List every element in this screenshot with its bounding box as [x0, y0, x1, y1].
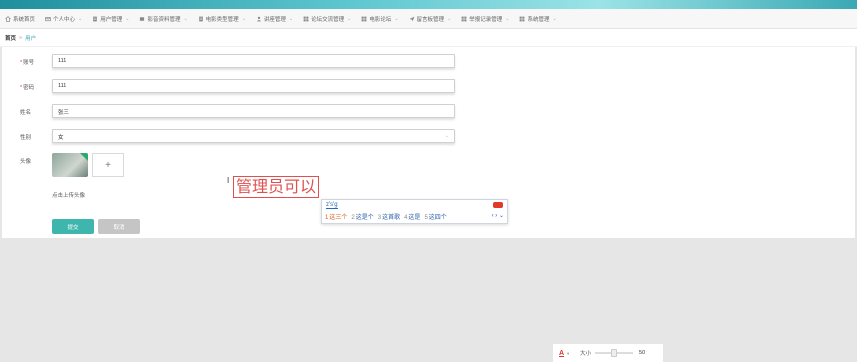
ime-candidate-number: 3: [377, 215, 382, 221]
breadcrumb: 首页 » 用户: [0, 29, 857, 47]
upload-avatar-tip: 点击上传头像: [52, 193, 86, 199]
chevron-down-icon[interactable]: ▼: [566, 351, 570, 356]
ime-page-nav[interactable]: ‹ › ⌄: [492, 212, 504, 219]
name-input[interactable]: 张三: [52, 104, 455, 118]
nav-item-7[interactable]: 电影论坛 ⌄: [356, 9, 403, 29]
chevron-down-icon: ⌄: [394, 15, 399, 22]
ime-candidate-window: z's'g 1这三个 2这是个 3这首歌 4这是 5这四个 ‹ › ⌄: [321, 199, 508, 224]
ime-candidate-text: 这是: [408, 215, 421, 221]
nav-item-2[interactable]: 用户管理 ⌄: [87, 9, 134, 29]
grid-icon: [361, 16, 367, 22]
zoom-value: 50: [639, 350, 646, 356]
nav-item-9[interactable]: 举报记录管理 ⌄: [456, 9, 514, 29]
zoom-bar: A ▼ 大小 50: [553, 344, 663, 362]
doc-icon: [92, 16, 98, 22]
ime-candidate[interactable]: 5这四个: [424, 212, 446, 221]
nav-item-label: 电影类型管理: [205, 16, 239, 23]
grid-icon: [461, 16, 467, 22]
selected-badge-icon: [80, 153, 88, 161]
breadcrumb-current: 用户: [25, 35, 37, 42]
ime-candidate-text: 这四个: [428, 215, 447, 221]
chevron-down-icon: ⌄: [447, 15, 452, 22]
chevron-down-icon: ⌄: [505, 15, 510, 22]
required-mark: *: [20, 85, 23, 91]
ime-candidate-text: 这是个: [355, 215, 374, 221]
ime-candidate[interactable]: 1这三个: [325, 212, 347, 221]
grid-icon: [519, 16, 525, 22]
top-nav-bar: 系统首页 个人中心 ⌄ 用户管理 ⌄ 影音资料管理 ⌄ 电影类型管理 ⌄ 讲座管理 ⌄ 论坛交流管理 ⌄…: [0, 9, 857, 29]
cancel-button[interactable]: 取消: [98, 219, 140, 234]
chevron-down-icon: ⌄: [444, 133, 449, 139]
box-icon: [139, 16, 145, 22]
account-label: *账号: [20, 58, 50, 66]
zoom-label: 大小: [580, 351, 592, 357]
nav-item-5[interactable]: 讲座管理 ⌄: [251, 9, 298, 29]
ime-candidate-number: 1: [325, 215, 329, 221]
nav-item-label: 论坛交流管理: [311, 16, 345, 23]
nav-item-10[interactable]: 系统管理 ⌄: [514, 9, 561, 29]
doc-icon: [198, 16, 204, 22]
nav-item-1[interactable]: 个人中心 ⌄: [40, 9, 87, 29]
grid-icon: [303, 16, 309, 22]
nav-item-label: 举报记录管理: [469, 16, 503, 23]
ime-composition-text: 管理员可以: [233, 176, 320, 198]
font-size-icon[interactable]: A: [559, 350, 564, 357]
zoom-slider-handle[interactable]: [611, 349, 618, 357]
nav-item-4[interactable]: 电影类型管理 ⌄: [193, 9, 251, 29]
nav-item-6[interactable]: 论坛交流管理 ⌄: [298, 9, 356, 29]
submit-button[interactable]: 提交: [52, 219, 94, 234]
avatar-label: 头像: [20, 159, 32, 165]
send-icon: [409, 16, 415, 22]
chevron-down-icon: ⌄: [552, 15, 557, 22]
text-cursor-icon: I: [227, 176, 230, 185]
ime-candidate[interactable]: 3这首歌: [378, 212, 400, 221]
user-icon: [256, 16, 262, 22]
gender-label: 性别: [20, 135, 32, 141]
ime-pinyin-input: z's'g: [326, 202, 338, 209]
ime-candidate-number: 2: [351, 215, 355, 221]
nav-item-label: 留言板管理: [416, 16, 445, 23]
avatar-thumbnail[interactable]: [52, 153, 88, 177]
gender-select[interactable]: 女 ⌄: [52, 129, 455, 143]
ime-candidate-text: 这三个: [329, 215, 348, 221]
password-label-text: 密码: [23, 85, 35, 91]
chevron-down-icon: ⌄: [241, 15, 246, 22]
breadcrumb-separator: »: [19, 34, 23, 41]
mail-icon: [45, 16, 51, 22]
nav-item-label: 电影论坛: [369, 16, 392, 23]
ime-candidate[interactable]: 4这是: [404, 212, 420, 221]
nav-item-3[interactable]: 影音资料管理 ⌄: [134, 9, 192, 29]
chevron-down-icon: ⌄: [288, 15, 294, 22]
zoom-slider[interactable]: [595, 349, 634, 357]
nav-item-label: 系统首页: [13, 16, 36, 23]
password-label: *密码: [20, 83, 50, 91]
password-input[interactable]: 111: [52, 79, 455, 93]
ime-candidate-text: 这首歌: [382, 215, 401, 221]
ime-candidate[interactable]: 2这是个: [351, 212, 373, 221]
nav-item-label: 影音资料管理: [147, 16, 181, 23]
gender-select-value: 女: [58, 135, 64, 141]
chevron-down-icon: ⌄: [78, 15, 83, 22]
ime-candidate-number: 5: [424, 215, 428, 221]
nav-item-label: 用户管理: [100, 16, 123, 23]
chevron-down-icon: ⌄: [347, 15, 352, 22]
account-input[interactable]: 111: [52, 54, 455, 68]
chevron-down-icon: ⌄: [125, 15, 130, 22]
nav-item-label: 系统管理: [527, 16, 550, 23]
ime-logo-icon: [493, 202, 503, 208]
account-label-text: 账号: [23, 60, 35, 66]
chevron-down-icon: ⌄: [183, 15, 188, 22]
required-mark: *: [20, 60, 23, 66]
nav-item-label: 个人中心: [53, 16, 76, 23]
nav-item-label: 讲座管理: [263, 16, 286, 23]
home-icon: [5, 15, 11, 22]
breadcrumb-home[interactable]: 首页: [5, 34, 16, 42]
nav-item-0[interactable]: 系统首页: [0, 9, 40, 29]
name-label: 姓名: [20, 110, 32, 116]
upload-avatar-button[interactable]: +: [92, 153, 124, 177]
nav-item-8[interactable]: 留言板管理 ⌄: [404, 9, 457, 29]
ime-candidate-list: 1这三个 2这是个 3这首歌 4这是 5这四个: [325, 212, 451, 221]
ime-candidate-number: 4: [404, 215, 408, 221]
